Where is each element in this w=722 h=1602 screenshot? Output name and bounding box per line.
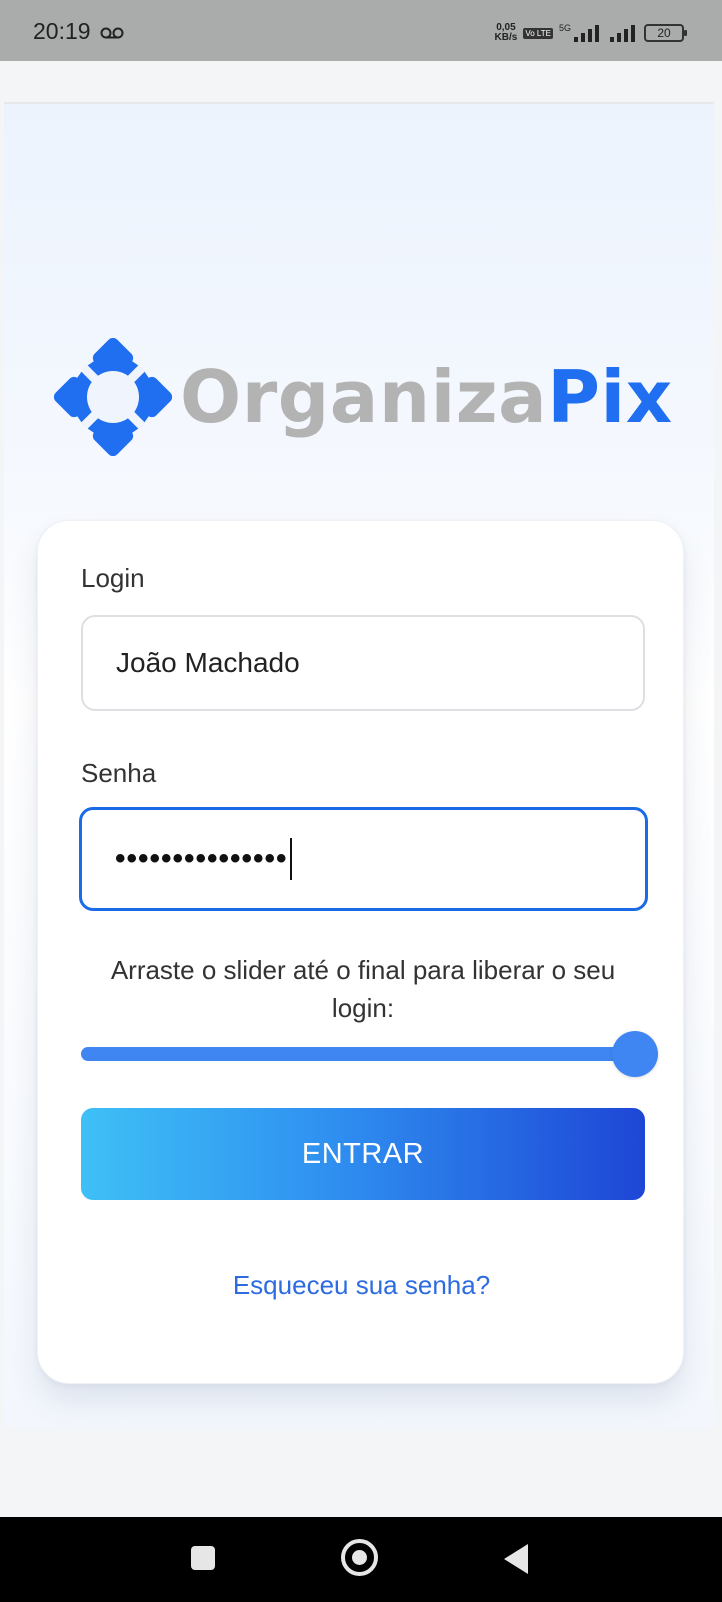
login-page: OrganizaPix Login João Machado Senha •••… bbox=[4, 102, 714, 1428]
unlock-slider-thumb[interactable] bbox=[612, 1031, 658, 1077]
logo-text-pix: Pix bbox=[547, 355, 673, 439]
login-card: Login João Machado Senha •••••••••••••••… bbox=[37, 520, 684, 1384]
system-nav-bar bbox=[0, 1517, 722, 1602]
password-label: Senha bbox=[81, 758, 157, 788]
network-type: 5G bbox=[558, 23, 571, 33]
signal-icon-2 bbox=[610, 25, 635, 42]
volte-badge: Vo LTE bbox=[523, 27, 553, 39]
back-triangle-icon[interactable] bbox=[504, 1544, 528, 1574]
clock: 20:19 bbox=[33, 18, 91, 44]
logo-mark-icon bbox=[54, 338, 172, 456]
enter-button[interactable]: ENTRAR bbox=[81, 1108, 645, 1200]
logo-text-organiza: Organiza bbox=[180, 355, 548, 439]
signal-5g: 5G bbox=[559, 23, 602, 43]
password-input[interactable]: ••••••••••••••• bbox=[79, 807, 648, 911]
text-caret bbox=[289, 838, 292, 880]
status-bar: 20:19 0,05 KB/s Vo LTE 5G 20 bbox=[0, 0, 722, 61]
recents-square-icon[interactable] bbox=[191, 1546, 215, 1570]
battery-icon: 20 bbox=[644, 24, 687, 42]
battery-level: 20 bbox=[657, 26, 671, 40]
signal-icon bbox=[574, 25, 599, 42]
logo-text: OrganizaPix bbox=[180, 355, 673, 439]
status-time: 20:19 bbox=[33, 18, 125, 45]
net-speed: 0,05 KB/s bbox=[495, 23, 518, 43]
slider-instruction: Arraste o slider até o final para libera… bbox=[110, 955, 616, 1023]
app-logo: OrganizaPix bbox=[54, 337, 673, 457]
forgot-password-link[interactable]: Esqueceu sua senha? bbox=[38, 1270, 685, 1301]
login-input[interactable]: João Machado bbox=[81, 615, 645, 711]
home-circle-icon[interactable] bbox=[341, 1539, 378, 1576]
login-input-value: João Machado bbox=[116, 647, 300, 678]
login-label: Login bbox=[81, 563, 145, 593]
net-speed-unit: KB/s bbox=[494, 32, 518, 43]
unlock-slider-track[interactable] bbox=[81, 1047, 645, 1061]
status-icons: 0,05 KB/s Vo LTE 5G 20 bbox=[495, 19, 687, 47]
voicemail-icon bbox=[100, 27, 124, 39]
password-input-value: ••••••••••••••• bbox=[115, 842, 288, 875]
